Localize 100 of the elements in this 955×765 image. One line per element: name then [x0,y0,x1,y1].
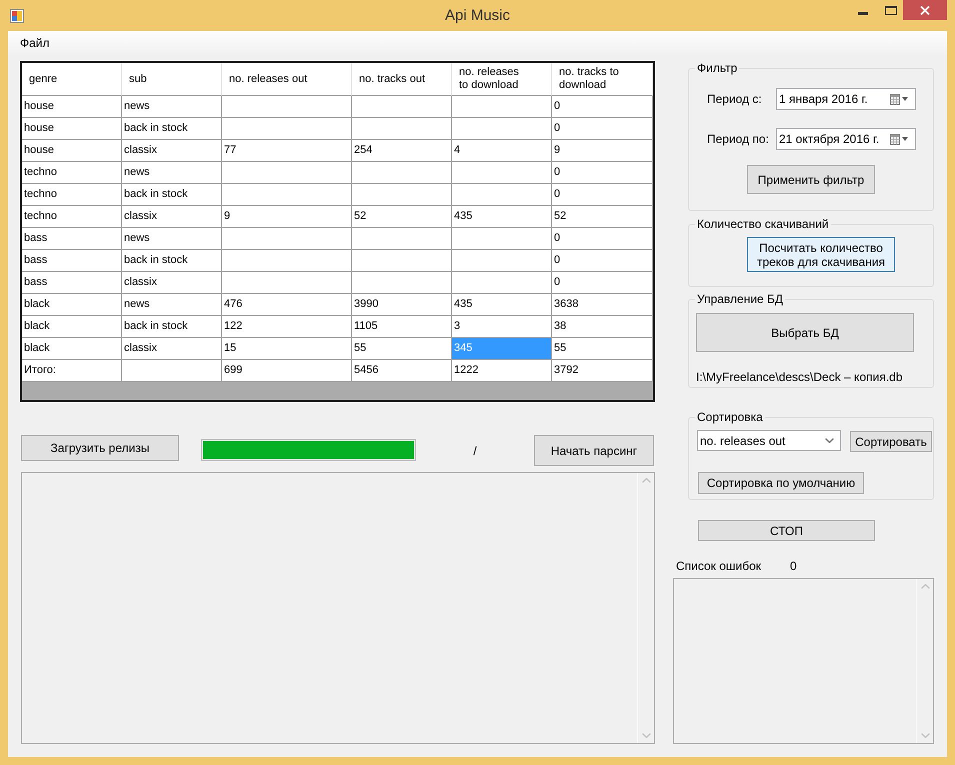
table-cell[interactable]: 435 [452,294,552,316]
table-cell[interactable]: 476 [222,294,352,316]
scroll-up-icon[interactable] [642,478,650,483]
table-cell[interactable]: bass [22,250,122,272]
table-cell[interactable]: 4 [452,140,552,162]
table-cell[interactable] [452,272,552,294]
table-cell[interactable] [452,250,552,272]
column-header[interactable]: no. tracks out [352,63,452,96]
table-cell[interactable]: classix [122,206,222,228]
table-cell[interactable] [222,228,352,250]
table-cell[interactable]: classix [122,338,222,360]
table-cell[interactable]: 0 [552,184,653,206]
close-button[interactable] [903,0,947,20]
apply-filter-button[interactable]: Применить фильтр [747,165,875,194]
table-cell[interactable]: 435 [452,206,552,228]
table-cell[interactable]: house [22,118,122,140]
table-cell[interactable]: 5456 [352,360,452,382]
table-cell[interactable] [452,162,552,184]
table-cell[interactable]: news [122,228,222,250]
table-cell[interactable]: bass [22,228,122,250]
sort-button[interactable]: Сортировать [850,431,932,452]
table-cell[interactable]: 0 [552,118,653,140]
table-cell[interactable]: 254 [352,140,452,162]
load-releases-button[interactable]: Загрузить релизы [21,435,179,461]
table-cell[interactable] [222,272,352,294]
column-header[interactable]: no. releases to download [452,63,552,96]
column-header[interactable]: genre [22,63,122,96]
vertical-scrollbar[interactable] [916,579,933,743]
table-cell[interactable]: 52 [552,206,653,228]
table-cell[interactable]: black [22,316,122,338]
table-cell[interactable] [452,96,552,118]
column-header[interactable]: no. releases out [222,63,352,96]
column-header[interactable]: no. tracks to download [552,63,653,96]
table-cell[interactable]: classix [122,140,222,162]
table-cell[interactable] [222,250,352,272]
table-cell[interactable]: 52 [352,206,452,228]
table-cell[interactable]: news [122,162,222,184]
table-cell[interactable]: house [22,140,122,162]
table-cell[interactable] [352,162,452,184]
scroll-down-icon[interactable] [920,733,930,738]
table-cell[interactable] [352,184,452,206]
table-cell[interactable]: black [22,294,122,316]
table-cell[interactable]: Итого: [22,360,122,382]
table-cell[interactable] [222,184,352,206]
start-parsing-button[interactable]: Начать парсинг [534,435,654,466]
table-cell[interactable] [222,96,352,118]
table-cell[interactable] [352,118,452,140]
table-cell[interactable]: black [22,338,122,360]
table-cell[interactable]: 0 [552,228,653,250]
table-cell[interactable]: techno [22,184,122,206]
table-cell[interactable]: 3792 [552,360,653,382]
date-picker[interactable]: 1 января 2016 г. [776,88,916,110]
scroll-up-icon[interactable] [920,584,930,589]
table-cell[interactable]: 699 [222,360,352,382]
table-cell[interactable]: 55 [552,338,653,360]
table-cell[interactable] [452,228,552,250]
table-cell[interactable] [222,118,352,140]
table-cell[interactable]: 0 [552,250,653,272]
default-sort-button[interactable]: Сортировка по умолчанию [698,472,864,494]
count-tracks-button[interactable]: Посчитать количество треков для скачивания [747,237,895,272]
table-cell[interactable] [222,162,352,184]
error-list-box[interactable] [673,578,934,744]
table-cell[interactable]: news [122,96,222,118]
date-picker[interactable]: 21 октября 2016 г. [776,128,916,150]
table-cell[interactable] [352,250,452,272]
table-cell[interactable] [352,96,452,118]
table-cell[interactable]: 38 [552,316,653,338]
table-cell[interactable]: back in stock [122,316,222,338]
table-cell[interactable]: 3990 [352,294,452,316]
table-cell[interactable]: bass [22,272,122,294]
table-cell[interactable]: classix [122,272,222,294]
table-cell[interactable]: 3 [452,316,552,338]
table-cell[interactable]: back in stock [122,118,222,140]
table-cell[interactable]: techno [22,206,122,228]
menu-item[interactable]: Файл [13,33,57,53]
scroll-down-icon[interactable] [642,733,650,738]
table-cell[interactable]: 55 [352,338,452,360]
table-cell[interactable] [452,118,552,140]
table-cell[interactable]: 77 [222,140,352,162]
table-cell[interactable] [352,272,452,294]
table-cell[interactable]: 1222 [452,360,552,382]
table-cell[interactable]: 1105 [352,316,452,338]
table-cell[interactable]: 9 [222,206,352,228]
table-cell[interactable]: back in stock [122,250,222,272]
sort-dropdown[interactable]: no. releases out [697,430,841,451]
table-cell[interactable]: 15 [222,338,352,360]
table-cell[interactable]: back in stock [122,184,222,206]
table-cell[interactable]: 0 [552,272,653,294]
table-cell[interactable]: 0 [552,162,653,184]
table-cell[interactable]: techno [22,162,122,184]
select-database-button[interactable]: Выбрать БД [696,313,914,352]
table-cell[interactable]: news [122,294,222,316]
table-cell[interactable]: 122 [222,316,352,338]
table-cell[interactable]: 9 [552,140,653,162]
table-cell[interactable] [452,184,552,206]
column-header[interactable]: sub [122,63,222,96]
table-cell[interactable] [352,228,452,250]
maximize-icon[interactable] [885,6,897,15]
table-cell[interactable]: house [22,96,122,118]
table-cell[interactable]: 0 [552,96,653,118]
